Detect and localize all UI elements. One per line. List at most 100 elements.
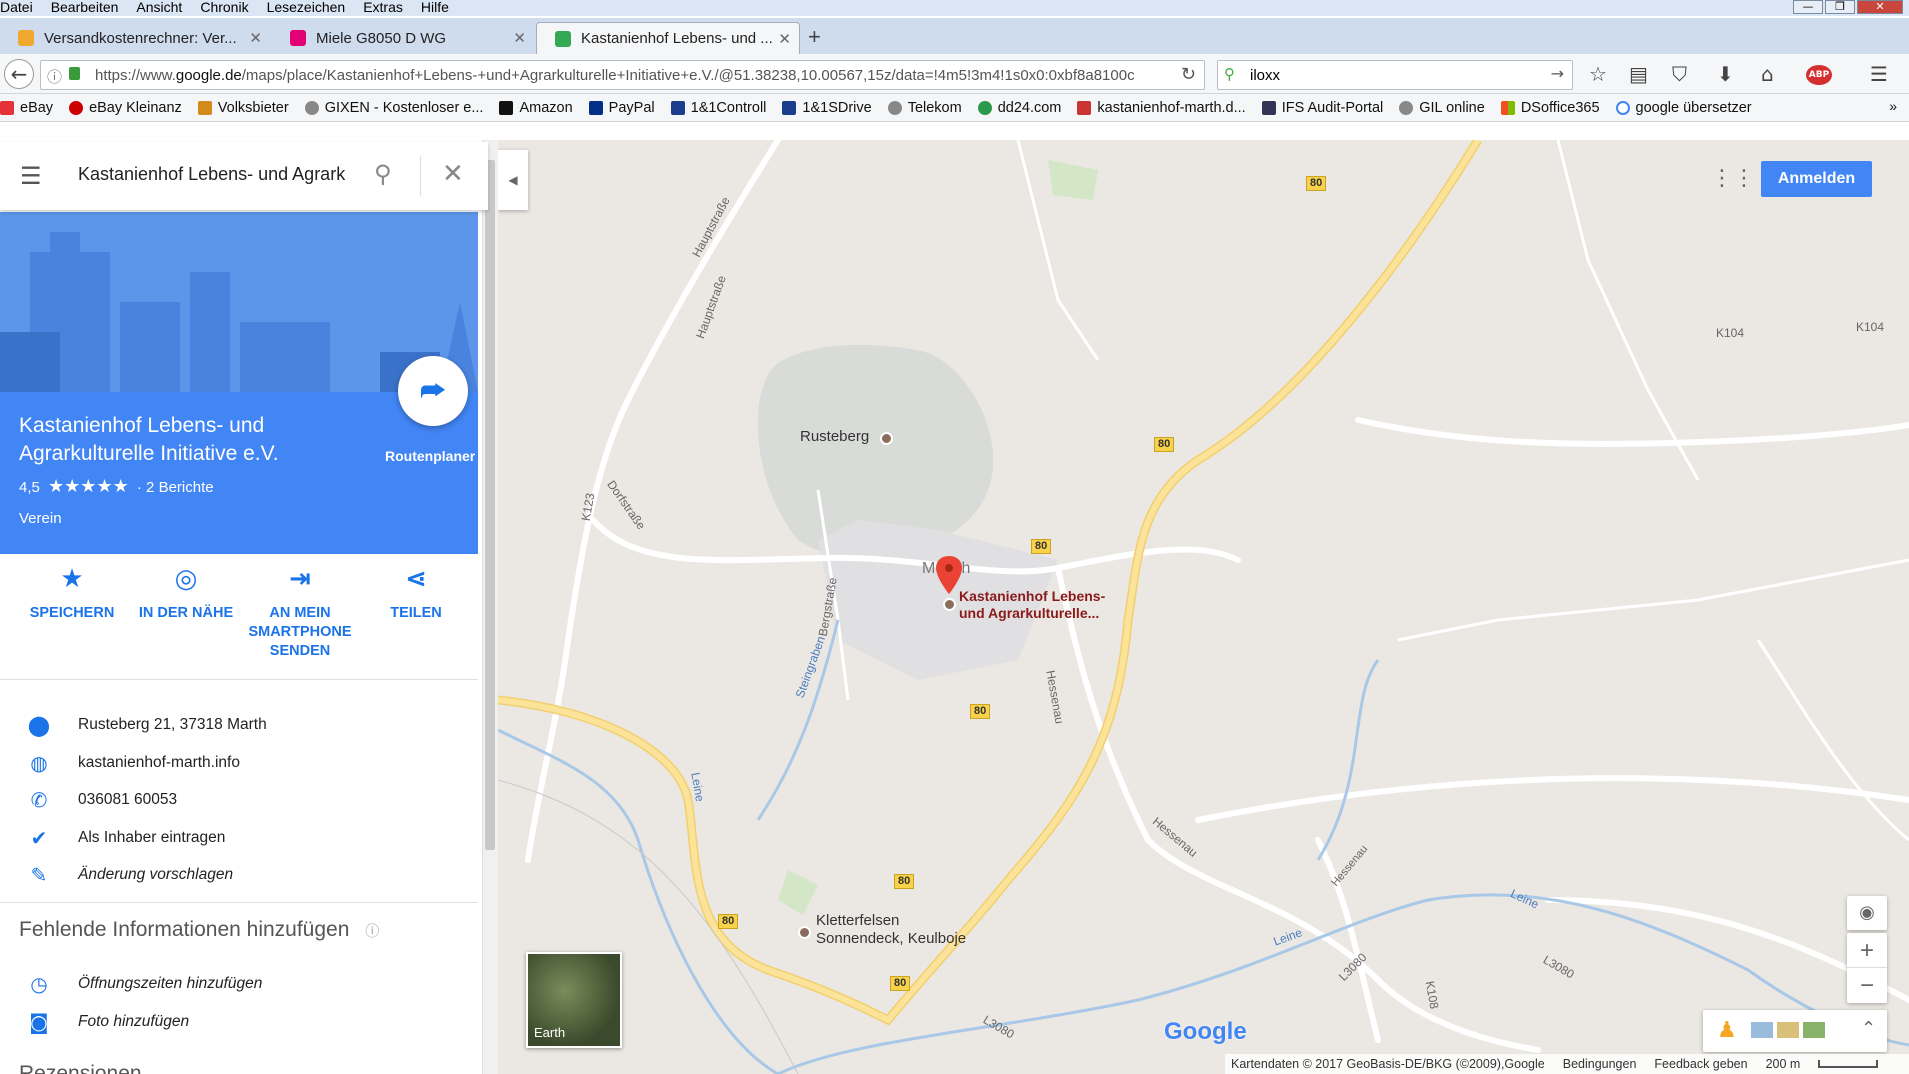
signin-button[interactable]: Anmelden [1761, 161, 1872, 197]
bookmark-ebay[interactable]: eBay [0, 100, 53, 116]
earth-view-toggle[interactable]: Earth [526, 952, 622, 1048]
download-icon[interactable]: ⬇ [1717, 62, 1734, 86]
suggest-edit-row[interactable]: ✎ Änderung vorschlagen [0, 856, 478, 894]
bookmark-1und1-sdrive[interactable]: 1&1SDrive [782, 100, 872, 116]
more-bookmarks-icon[interactable]: » [1889, 98, 1897, 114]
maps-search-input[interactable]: Kastanienhof Lebens- und Agrark [78, 164, 356, 185]
bookmark-dd24[interactable]: dd24.com [977, 100, 1061, 116]
search-engine-icon[interactable]: ⚲ [1224, 65, 1235, 83]
reading-list-icon[interactable]: ▤ [1629, 62, 1648, 86]
website-row[interactable]: ◍ kastanienhof-marth.info [0, 744, 478, 782]
tab-versandkosten[interactable]: Versandkostenrechner: Ver... ✕ [0, 22, 270, 54]
place-category[interactable]: Verein [19, 510, 62, 527]
close-tab-icon[interactable]: ✕ [778, 30, 791, 48]
add-hours-link[interactable]: Öffnungszeiten hinzufügen [78, 975, 262, 993]
terms-link[interactable]: Bedingungen [1563, 1057, 1637, 1071]
help-icon[interactable]: ⓘ [365, 924, 379, 940]
go-arrow-icon[interactable]: → [1551, 64, 1564, 83]
terrain-layer-icon[interactable] [1777, 1022, 1799, 1038]
rusteberg-label[interactable]: Rusteberg [800, 428, 869, 445]
menu-bar: Datei Bearbeiten Ansicht Chronik Lesezei… [0, 0, 1909, 16]
bookmark-volksbieter[interactable]: Volksbieter [197, 100, 289, 116]
menu-chronik[interactable]: Chronik [200, 0, 248, 16]
bookmark-1und1-controll[interactable]: 1&1Controll [670, 100, 766, 116]
selected-place-label[interactable]: Kastanienhof Lebens-und Agrarkulturelle.… [959, 588, 1105, 622]
maximize-button[interactable]: ❐ [1825, 0, 1855, 14]
url-bar[interactable]: ⓘ https://www. google.de/maps/place/Kasta… [40, 60, 1205, 90]
feedback-link[interactable]: Feedback geben [1654, 1057, 1747, 1071]
collapse-panel-button[interactable]: ◀ [498, 150, 528, 210]
pegman-icon[interactable]: ♟ [1717, 1018, 1737, 1043]
close-tab-icon[interactable]: ✕ [513, 29, 526, 47]
bookmark-star-icon[interactable]: ☆ [1589, 62, 1607, 86]
claim-business-row[interactable]: ✔ Als Inhaber eintragen [0, 819, 478, 857]
panel-scrollbar-thumb[interactable] [485, 160, 495, 850]
add-photo-row[interactable]: ◙ Foto hinzufügen [0, 1003, 478, 1041]
bookmark-telekom[interactable]: Telekom [887, 100, 962, 116]
address-row[interactable]: ⬤ Rusteberg 21, 37318 Marth [0, 706, 478, 744]
add-hours-row[interactable]: ◷ Öffnungszeiten hinzufügen [0, 965, 478, 1003]
menu-hilfe[interactable]: Hilfe [421, 0, 449, 16]
add-photo-link[interactable]: Foto hinzufügen [78, 1013, 189, 1031]
kletterfelsen-label[interactable]: Kletterfelsen Sonnendeck, Keulboje [816, 912, 966, 948]
my-location-button[interactable]: ◉ [1847, 896, 1887, 930]
menu-ansicht[interactable]: Ansicht [136, 0, 182, 16]
pocket-icon[interactable]: ⛉ [1672, 62, 1687, 86]
website-link[interactable]: kastanienhof-marth.info [78, 754, 240, 772]
tab-kastanienhof-active[interactable]: Kastanienhof Lebens- und ... ✕ [536, 22, 800, 54]
bookmark-dsoffice[interactable]: DSoffice365 [1500, 100, 1600, 116]
bookmark-ifs[interactable]: IFS Audit-Portal [1261, 100, 1383, 116]
bookmark-google-uebersetzer[interactable]: google übersetzer [1615, 100, 1752, 116]
volksbieter-icon [197, 100, 212, 115]
back-button[interactable]: ← [4, 59, 34, 89]
map-canvas[interactable]: Rusteberg M rth Kastanienhof Lebens-und … [498, 140, 1909, 1074]
zoom-in-button[interactable]: + [1847, 933, 1887, 968]
k104-label: K104 [1856, 320, 1885, 334]
close-icon[interactable]: ✕ [442, 158, 464, 189]
kastanienhof-icon [1077, 100, 1092, 115]
menu-bearbeiten[interactable]: Bearbeiten [51, 0, 119, 16]
road-shield-80: 80 [1306, 176, 1327, 191]
minimize-button[interactable]: — [1793, 0, 1823, 14]
menu-datei[interactable]: Datei [0, 0, 33, 16]
poi-marker-icon[interactable] [880, 432, 893, 445]
bookmark-gil[interactable]: GIL online [1399, 100, 1485, 116]
directions-button[interactable]: ⮫ [398, 356, 468, 426]
hamburger-menu-icon[interactable]: ☰ [1870, 62, 1888, 86]
new-tab-button[interactable]: + [808, 24, 821, 50]
phone-number[interactable]: 036081 60053 [78, 791, 177, 809]
expand-layers-icon[interactable]: ⌃ [1861, 1018, 1876, 1039]
bookmark-ebay-kleinanz[interactable]: eBay Kleinanz [69, 100, 182, 116]
bicycle-layer-icon[interactable] [1803, 1022, 1825, 1038]
close-tab-icon[interactable]: ✕ [249, 29, 262, 47]
menu-lesezeichen[interactable]: Lesezeichen [267, 0, 346, 16]
poi-marker-icon[interactable] [798, 926, 811, 939]
hamburger-menu-icon[interactable]: ☰ [20, 162, 42, 190]
poi-marker-icon[interactable] [943, 598, 956, 611]
send-to-phone-button[interactable]: ⇥ AN MEIN SMARTPHONE SENDEN [240, 566, 360, 661]
claim-business-link[interactable]: Als Inhaber eintragen [78, 829, 225, 847]
bookmark-gixen[interactable]: GIXEN - Kostenloser e... [304, 100, 483, 116]
zoom-controls: + − [1847, 933, 1887, 1003]
zoom-out-button[interactable]: − [1847, 968, 1887, 1003]
k104-label: K104 [1716, 326, 1745, 340]
close-window-button[interactable]: ✕ [1857, 0, 1903, 14]
transit-layer-icon[interactable] [1751, 1022, 1773, 1038]
phone-row[interactable]: ✆ 036081 60053 [0, 781, 478, 819]
browser-search-box[interactable]: ⚲ iloxx → [1217, 60, 1573, 90]
menu-extras[interactable]: Extras [363, 0, 403, 16]
reviews-link[interactable]: · 2 Berichte [137, 479, 214, 496]
reload-icon[interactable]: ↻ [1180, 64, 1196, 85]
nearby-button[interactable]: ◎ IN DER NÄHE [126, 566, 246, 623]
tab-miele[interactable]: Miele G8050 D WG ✕ [272, 22, 534, 54]
suggest-edit-link[interactable]: Änderung vorschlagen [78, 866, 233, 884]
bookmark-kastanienhof[interactable]: kastanienhof-marth.d... [1077, 100, 1246, 116]
bookmark-paypal[interactable]: PayPal [588, 100, 655, 116]
save-button[interactable]: ★ SPEICHERN [12, 566, 132, 623]
share-button[interactable]: ⋖ TEILEN [356, 566, 476, 623]
home-icon[interactable]: ⌂ [1761, 62, 1774, 86]
bookmark-amazon[interactable]: Amazon [499, 100, 573, 116]
search-icon[interactable]: ⚲ [374, 160, 392, 188]
info-icon[interactable]: ⓘ [47, 66, 62, 87]
adblock-icon[interactable]: ABP [1806, 65, 1832, 85]
